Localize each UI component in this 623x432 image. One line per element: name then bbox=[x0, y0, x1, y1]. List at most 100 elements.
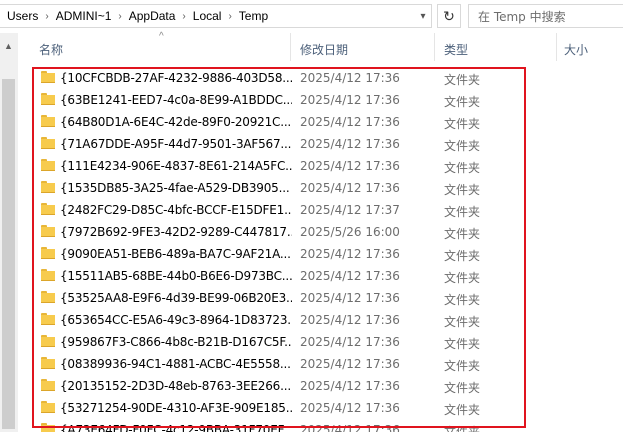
file-row[interactable]: {53271254-90DE-4310-AF3E-909E185... 2025/… bbox=[18, 397, 623, 419]
file-name: {64B80D1A-6E4C-42de-89F0-20921C... bbox=[60, 115, 292, 129]
file-row[interactable]: {653654CC-E5A6-49c3-8964-1D83723... 2025/… bbox=[18, 309, 623, 331]
file-row[interactable]: {08389936-94C1-4881-ACBC-4E5558... 2025/4… bbox=[18, 353, 623, 375]
file-type: 文件夹 bbox=[444, 205, 481, 219]
folder-icon bbox=[41, 225, 55, 237]
folder-icon bbox=[41, 269, 55, 281]
folder-icon bbox=[41, 247, 55, 259]
file-modified-date: 2025/4/12 17:36 bbox=[300, 401, 400, 415]
file-name: {20135152-2D3D-48eb-8763-3EE266... bbox=[60, 379, 291, 393]
file-type: 文件夹 bbox=[444, 425, 481, 432]
folder-icon bbox=[41, 203, 55, 215]
file-row[interactable]: {111E4234-906E-4837-8E61-214A5FC... 2025/… bbox=[18, 155, 623, 177]
file-modified-date: 2025/4/12 17:36 bbox=[300, 379, 400, 393]
breadcrumb-item[interactable]: AppData bbox=[129, 9, 176, 23]
file-row[interactable]: {71A67DDE-A95F-44d7-9501-3AF567... 2025/4… bbox=[18, 133, 623, 155]
file-name: {53271254-90DE-4310-AF3E-909E185... bbox=[60, 401, 292, 415]
scrollbar-thumb[interactable] bbox=[2, 79, 15, 429]
file-modified-date: 2025/4/12 17:36 bbox=[300, 93, 400, 107]
folder-icon bbox=[41, 159, 55, 171]
breadcrumb-item[interactable]: ADMINI~1 bbox=[56, 9, 112, 23]
file-name: {959867F3-C866-4b8c-B21B-D167C5F... bbox=[60, 335, 292, 349]
column-header-date[interactable]: 修改日期 bbox=[300, 41, 348, 58]
file-type: 文件夹 bbox=[444, 293, 481, 307]
folder-icon bbox=[41, 313, 55, 325]
file-name: {653654CC-E5A6-49c3-8964-1D83723... bbox=[60, 313, 292, 327]
column-divider[interactable] bbox=[556, 33, 557, 61]
file-modified-date: 2025/4/12 17:36 bbox=[300, 137, 400, 151]
file-modified-date: 2025/4/12 17:36 bbox=[300, 181, 400, 195]
column-divider[interactable] bbox=[290, 33, 291, 61]
file-modified-date: 2025/4/12 17:36 bbox=[300, 357, 400, 371]
chevron-right-icon[interactable]: › bbox=[118, 11, 121, 22]
file-modified-date: 2025/4/12 17:36 bbox=[300, 313, 400, 327]
folder-icon bbox=[41, 357, 55, 369]
vertical-scrollbar[interactable]: ▲ ▼ bbox=[0, 33, 18, 432]
file-type: 文件夹 bbox=[444, 117, 481, 131]
file-type: 文件夹 bbox=[444, 381, 481, 395]
file-modified-date: 2025/4/12 17:36 bbox=[300, 423, 400, 432]
refresh-icon[interactable]: ↻ bbox=[437, 4, 461, 28]
column-header-type[interactable]: 类型 bbox=[444, 41, 468, 58]
breadcrumb-item[interactable]: Local bbox=[193, 9, 222, 23]
file-row[interactable]: {1535DB85-3A25-4fae-A529-DB3905... 2025/4… bbox=[18, 177, 623, 199]
file-name: {2482FC29-D85C-4bfc-BCCF-E15DFE1... bbox=[60, 203, 292, 217]
sort-ascending-icon: ^ bbox=[159, 31, 164, 42]
search-input[interactable]: 在 Temp 中搜索 bbox=[468, 4, 623, 28]
file-row[interactable]: {63BE1241-EED7-4c0a-8E99-A1BDDC... 2025/4… bbox=[18, 89, 623, 111]
file-name: {53525AA8-E9F6-4d39-BE99-06B20E3... bbox=[60, 291, 292, 305]
file-row[interactable]: {53525AA8-E9F6-4d39-BE99-06B20E3... 2025/… bbox=[18, 287, 623, 309]
file-name: {111E4234-906E-4837-8E61-214A5FC... bbox=[60, 159, 292, 173]
file-row[interactable]: {10CFCBDB-27AF-4232-9886-403D58... 2025/4… bbox=[18, 67, 623, 89]
chevron-right-icon[interactable]: › bbox=[182, 11, 185, 22]
file-name: {63BE1241-EED7-4c0a-8E99-A1BDDC... bbox=[60, 93, 292, 107]
file-modified-date: 2025/4/12 17:36 bbox=[300, 247, 400, 261]
file-type: 文件夹 bbox=[444, 271, 481, 285]
address-row: Users › ADMINI~1 › AppData › Local › Temp ▾ ↻ 在 … bbox=[0, 0, 623, 33]
file-row[interactable]: {15511AB5-68BE-44b0-B6E6-D973BC... 2025/4… bbox=[18, 265, 623, 287]
chevron-right-icon[interactable]: › bbox=[45, 11, 48, 22]
file-row[interactable]: {2482FC29-D85C-4bfc-BCCF-E15DFE1... 2025/… bbox=[18, 199, 623, 221]
column-divider[interactable] bbox=[434, 33, 435, 61]
folder-icon bbox=[41, 115, 55, 127]
scroll-up-icon[interactable]: ▲ bbox=[4, 41, 13, 51]
file-modified-date: 2025/5/26 16:00 bbox=[300, 225, 400, 239]
file-name: {10CFCBDB-27AF-4232-9886-403D58... bbox=[60, 71, 292, 85]
file-modified-date: 2025/4/12 17:36 bbox=[300, 159, 400, 173]
file-name: {7972B692-9FE3-42D2-9289-C447817... bbox=[60, 225, 292, 239]
chevron-right-icon[interactable]: › bbox=[228, 11, 231, 22]
file-type: 文件夹 bbox=[444, 249, 481, 263]
file-row[interactable]: {959867F3-C866-4b8c-B21B-D167C5F... 2025/… bbox=[18, 331, 623, 353]
file-row[interactable]: {64B80D1A-6E4C-42de-89F0-20921C... 2025/4… bbox=[18, 111, 623, 133]
breadcrumb-item[interactable]: Temp bbox=[239, 9, 268, 23]
file-row[interactable]: {9090EA51-BEB6-489a-BA7C-9AF21A... 2025/4… bbox=[18, 243, 623, 265]
folder-icon bbox=[41, 181, 55, 193]
folder-icon bbox=[41, 291, 55, 303]
file-type: 文件夹 bbox=[444, 337, 481, 351]
file-type: 文件夹 bbox=[444, 161, 481, 175]
column-header-row: ^ 名称 修改日期 类型 大小 bbox=[18, 31, 623, 61]
file-name: {9090EA51-BEB6-489a-BA7C-9AF21A... bbox=[60, 247, 291, 261]
column-header-name[interactable]: 名称 bbox=[39, 41, 63, 58]
file-modified-date: 2025/4/12 17:37 bbox=[300, 203, 400, 217]
file-type: 文件夹 bbox=[444, 227, 481, 241]
file-type: 文件夹 bbox=[444, 315, 481, 329]
file-modified-date: 2025/4/12 17:36 bbox=[300, 291, 400, 305]
chevron-down-icon[interactable]: ▾ bbox=[413, 4, 433, 28]
file-type: 文件夹 bbox=[444, 139, 481, 153]
breadcrumb-item[interactable]: Users bbox=[7, 9, 38, 23]
file-row[interactable]: {A73E64FD-F0FC-4c12-9BBA-31F70EF... 2025/… bbox=[18, 419, 623, 432]
file-row[interactable]: {20135152-2D3D-48eb-8763-3EE266... 2025/4… bbox=[18, 375, 623, 397]
file-modified-date: 2025/4/12 17:36 bbox=[300, 269, 400, 283]
file-row[interactable]: {7972B692-9FE3-42D2-9289-C447817... 2025/… bbox=[18, 221, 623, 243]
file-modified-date: 2025/4/12 17:36 bbox=[300, 335, 400, 349]
folder-icon bbox=[41, 379, 55, 391]
folder-icon bbox=[41, 401, 55, 413]
file-type: 文件夹 bbox=[444, 183, 481, 197]
file-name: {A73E64FD-F0FC-4c12-9BBA-31F70EF... bbox=[60, 423, 292, 432]
file-type: 文件夹 bbox=[444, 95, 481, 109]
address-bar[interactable]: Users › ADMINI~1 › AppData › Local › Temp bbox=[0, 4, 432, 28]
folder-icon bbox=[41, 71, 55, 83]
column-header-size[interactable]: 大小 bbox=[564, 41, 588, 58]
folder-icon bbox=[41, 93, 55, 105]
file-name: {15511AB5-68BE-44b0-B6E6-D973BC... bbox=[60, 269, 292, 283]
